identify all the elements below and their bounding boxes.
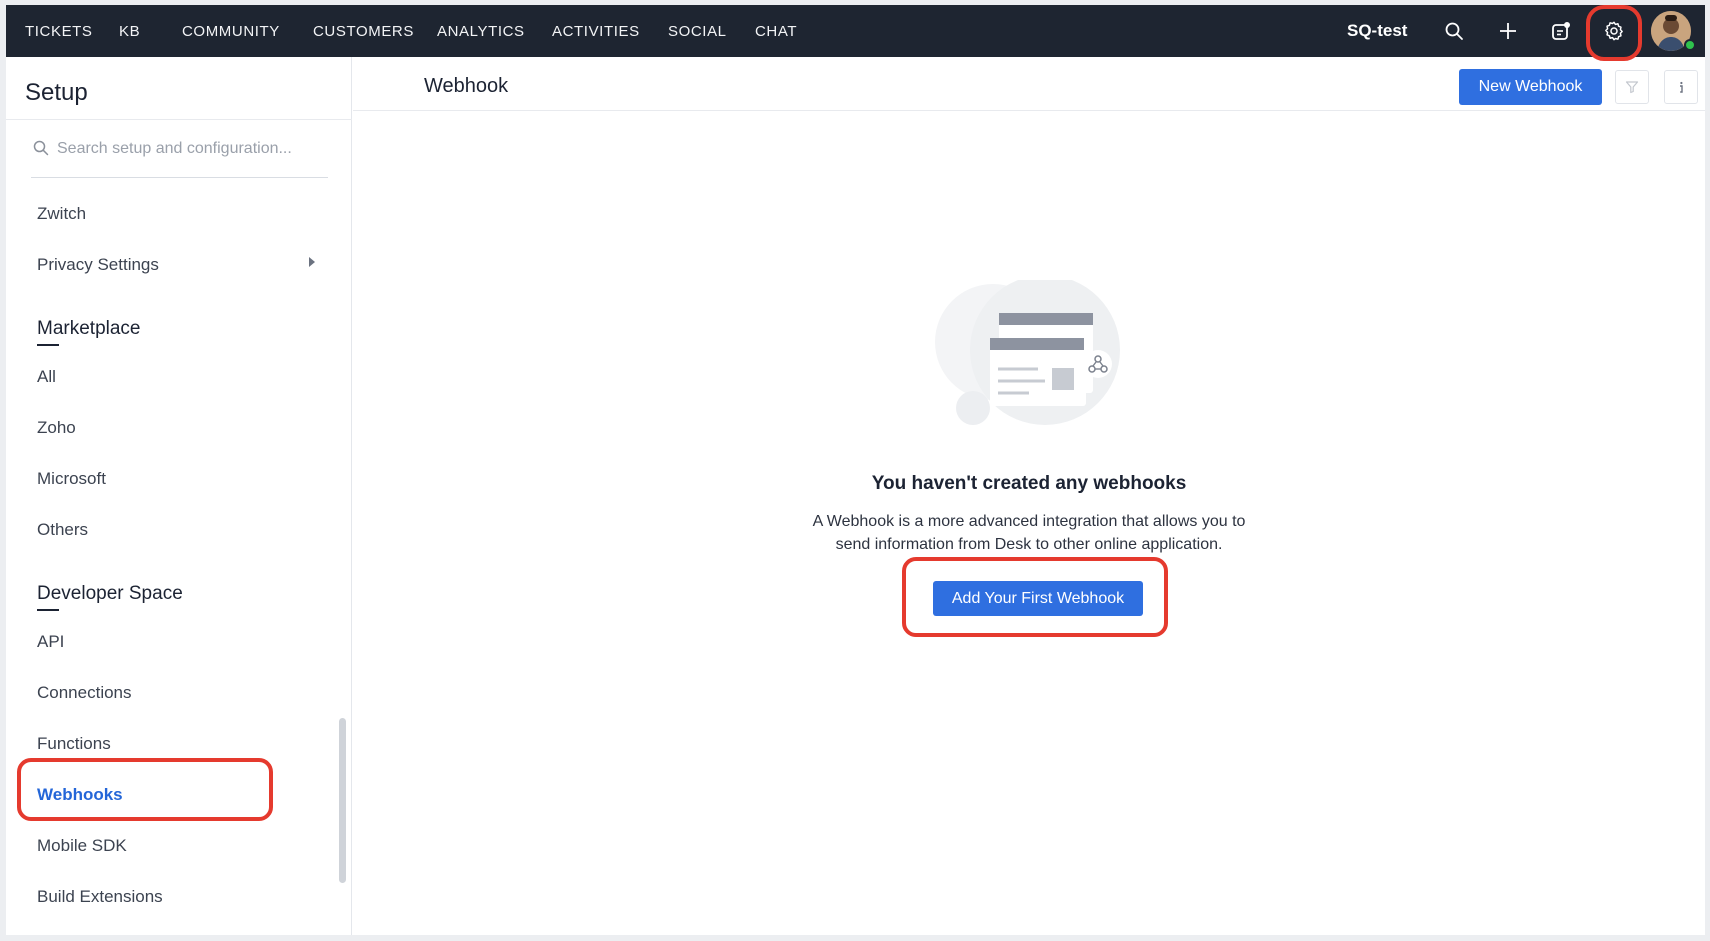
sidebar-scrollbar-thumb[interactable] <box>339 718 346 883</box>
sidebar-item-others[interactable]: Others <box>37 520 88 540</box>
top-nav-bar: TICKETS KB COMMUNITY CUSTOMERS ANALYTICS… <box>6 5 1705 57</box>
main-header: Webhook New Webhook <box>353 57 1705 111</box>
new-webhook-button[interactable]: New Webhook <box>1459 69 1602 105</box>
online-status-dot <box>1684 39 1696 51</box>
add-first-webhook-button[interactable]: Add Your First Webhook <box>933 581 1143 616</box>
search-input[interactable] <box>57 136 317 162</box>
section-header-developer-space: Developer Space <box>37 583 183 611</box>
tab-customers[interactable]: CUSTOMERS <box>313 23 414 40</box>
tab-tickets[interactable]: TICKETS <box>25 23 93 40</box>
tab-kb[interactable]: KB <box>119 23 140 40</box>
sidebar-search <box>31 120 328 178</box>
empty-state-desc-line2: send information from Desk to other onli… <box>835 536 1223 553</box>
sidebar-item-zwitch[interactable]: Zwitch <box>37 204 86 224</box>
sidebar-item-all[interactable]: All <box>37 367 56 387</box>
section-header-marketplace: Marketplace <box>37 318 141 346</box>
filter-icon[interactable] <box>1615 70 1649 104</box>
empty-state-title: You haven't created any webhooks <box>871 473 1187 494</box>
tab-analytics[interactable]: ANALYTICS <box>437 23 525 40</box>
sidebar-item-microsoft[interactable]: Microsoft <box>37 469 106 489</box>
chevron-right-icon[interactable] <box>309 257 315 267</box>
tab-activities[interactable]: ACTIVITIES <box>552 23 640 40</box>
info-icon[interactable] <box>1664 70 1698 104</box>
empty-webhooks-illustration <box>935 275 1135 430</box>
tab-community[interactable]: COMMUNITY <box>182 23 280 40</box>
empty-state-desc-line1: A Webhook is a more advanced integration… <box>812 513 1246 530</box>
page-title: Webhook <box>424 75 509 97</box>
org-name[interactable]: SQ-test <box>1347 21 1407 41</box>
gear-icon[interactable] <box>1601 18 1627 44</box>
sidebar-title: Setup <box>25 79 88 106</box>
sidebar-item-zoho[interactable]: Zoho <box>37 418 76 438</box>
sidebar-item-api[interactable]: API <box>37 632 64 652</box>
empty-state-description: A Webhook is a more advanced integration… <box>353 510 1705 556</box>
sidebar-item-build-extensions[interactable]: Build Extensions <box>37 887 163 907</box>
plus-icon[interactable] <box>1495 18 1521 44</box>
setup-sidebar: Setup Zwitch Privacy Settings Marketplac… <box>6 57 352 935</box>
tab-social[interactable]: SOCIAL <box>668 23 727 40</box>
sidebar-item-webhooks[interactable]: Webhooks <box>37 785 123 805</box>
app-window: TICKETS KB COMMUNITY CUSTOMERS ANALYTICS… <box>6 5 1705 935</box>
search-icon <box>33 140 49 161</box>
sidebar-item-mobile-sdk[interactable]: Mobile SDK <box>37 836 127 856</box>
sidebar-item-connections[interactable]: Connections <box>37 683 132 703</box>
notification-icon[interactable] <box>1548 18 1574 44</box>
search-icon[interactable] <box>1441 18 1467 44</box>
tab-chat[interactable]: CHAT <box>755 23 797 40</box>
sidebar-item-privacy-settings[interactable]: Privacy Settings <box>37 255 159 275</box>
sidebar-item-functions[interactable]: Functions <box>37 734 111 754</box>
